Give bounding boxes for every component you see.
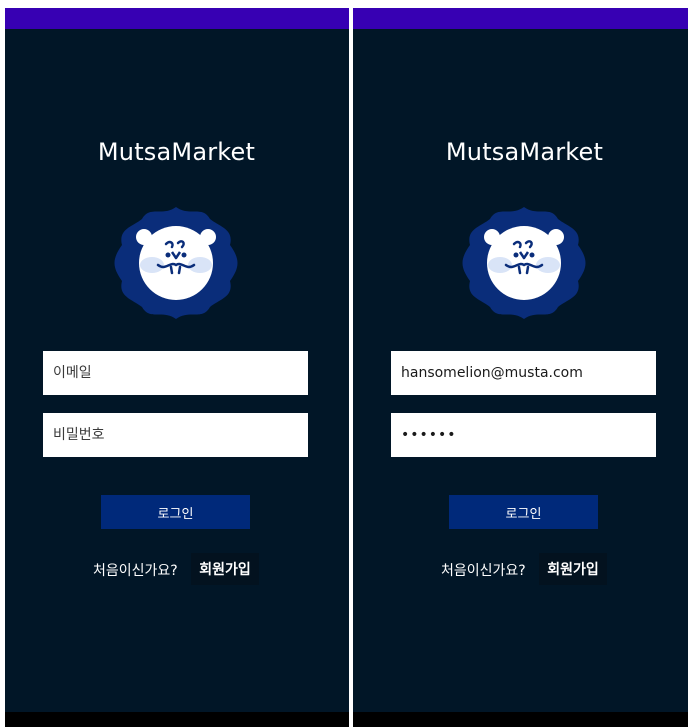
login-button[interactable]: 로그인	[101, 495, 250, 529]
password-field[interactable]	[391, 413, 656, 457]
login-screen-empty: MutsaMarket 로그인 처음이신가요? 회원가입	[5, 8, 349, 727]
navigation-bar	[5, 712, 349, 727]
lion-icon	[462, 207, 586, 319]
status-bar	[353, 8, 688, 29]
email-field[interactable]	[391, 351, 656, 395]
signup-button[interactable]: 회원가입	[539, 553, 607, 585]
password-field[interactable]	[43, 413, 308, 457]
login-content: MutsaMarket 로그인 처음이신가요? 회원가입	[5, 29, 349, 712]
signup-row: 처음이신가요? 회원가입	[353, 553, 688, 585]
lion-icon	[114, 207, 238, 319]
login-screen-filled: MutsaMarket 로그인 처음이신가요? 회원가입	[353, 8, 688, 727]
signup-prompt: 처음이신가요?	[441, 563, 526, 579]
app-title: MutsaMarket	[97, 138, 256, 166]
navigation-bar	[353, 712, 688, 727]
status-bar	[5, 8, 349, 29]
app-title: MutsaMarket	[445, 138, 604, 166]
login-content: MutsaMarket 로그인 처음이신가요? 회원가입	[353, 29, 688, 712]
email-field[interactable]	[43, 351, 308, 395]
signup-row: 처음이신가요? 회원가입	[5, 553, 348, 585]
signup-prompt: 처음이신가요?	[93, 563, 178, 579]
signup-button[interactable]: 회원가입	[191, 553, 259, 585]
login-button[interactable]: 로그인	[449, 495, 598, 529]
